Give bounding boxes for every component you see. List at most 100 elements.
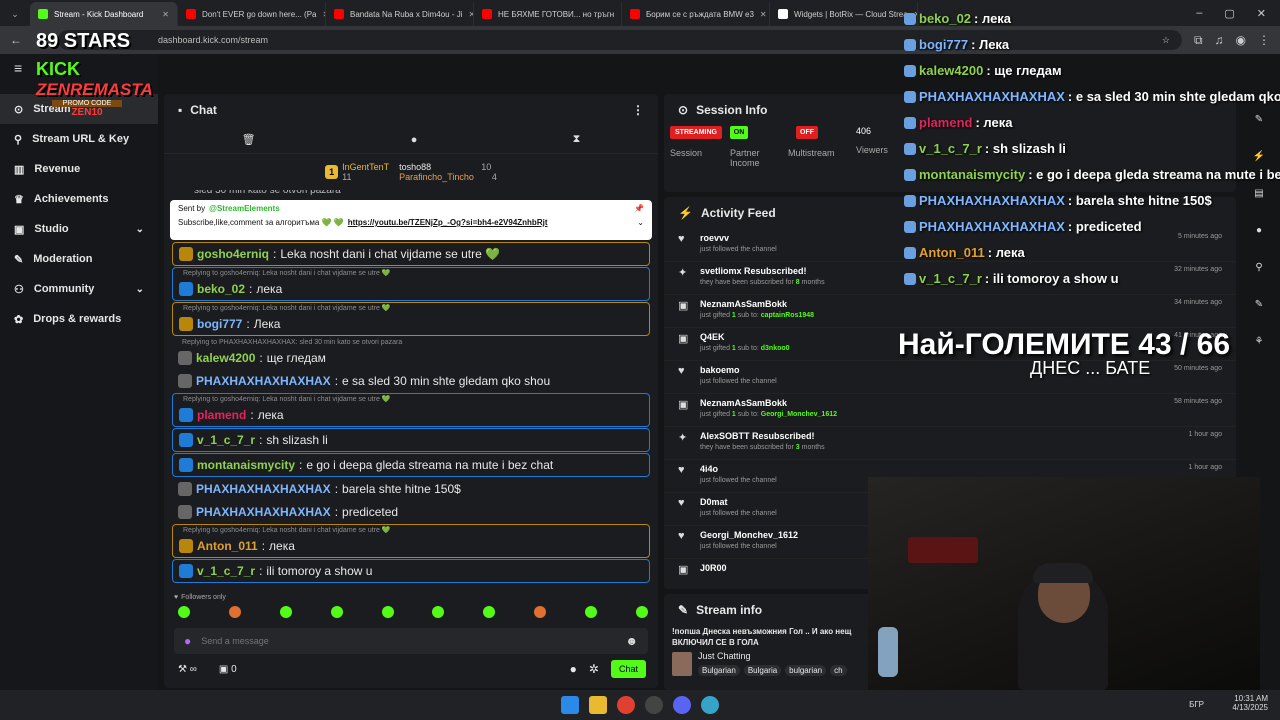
sidebar-item-drops-rewards[interactable]: ✿ Drops & rewards xyxy=(0,304,158,334)
activity-name[interactable]: bakoemo xyxy=(700,365,777,375)
chat-icon[interactable]: ● xyxy=(1256,225,1262,236)
tool-icon[interactable]: ✎ xyxy=(1255,299,1263,310)
media-icon[interactable]: ♫ xyxy=(1215,33,1224,47)
gifter-name[interactable]: tosho88 xyxy=(399,162,431,172)
emote-icon[interactable] xyxy=(178,606,190,618)
gift-target[interactable]: d3nkoo0 xyxy=(761,345,790,352)
browser-tab[interactable]: Stream - Kick Dashboard ✕ xyxy=(30,2,178,26)
browser-tab[interactable]: Don't EVER go down here... (Pa✕ xyxy=(178,2,326,26)
multistream-off-badge[interactable]: OFF xyxy=(796,126,818,139)
chat-username[interactable]: PHAXHAXHAXHAXHAX xyxy=(196,482,331,496)
activity-name[interactable]: 4i4o xyxy=(700,464,777,474)
send-chat-button[interactable]: Chat xyxy=(610,660,646,678)
sidebar-item-achievements[interactable]: ♛ Achievements xyxy=(0,184,158,214)
sidebar-item-community[interactable]: ⚇ Community ⌄ xyxy=(0,274,158,304)
stream-tag[interactable]: bulgarian xyxy=(785,665,827,676)
browser-tab[interactable]: НЕ БЯХМЕ ГОТОВИ... но тръгн✕ xyxy=(474,2,622,26)
emote-icon[interactable] xyxy=(279,606,292,618)
emote-icon[interactable] xyxy=(635,606,648,618)
reply-context[interactable]: Replying to PHAXHAXHAXHAXHAX: sled 30 mi… xyxy=(172,337,650,347)
gift-target[interactable]: captainRos1948 xyxy=(761,312,814,319)
chat-username[interactable]: PHAXHAXHAXHAXHAX xyxy=(196,374,331,388)
browser-menu-icon[interactable]: ⋮ xyxy=(1258,33,1270,47)
chat-username[interactable]: montanaismycity xyxy=(197,458,295,472)
reply-context[interactable]: Replying to gosho4erniq: Leka nosht dani… xyxy=(173,303,649,313)
emote-icon[interactable] xyxy=(483,606,496,618)
mic-icon[interactable]: ● xyxy=(184,634,191,648)
clock[interactable]: 10:31 AM 4/13/2025 xyxy=(1232,694,1268,712)
activity-name[interactable]: svetliomx Resubscribed! xyxy=(700,266,825,276)
reply-context[interactable]: Replying to gosho4erniq: Leka nosht dani… xyxy=(173,268,649,278)
gift-target[interactable]: Georgi_Monchev_1612 xyxy=(761,411,837,418)
emote-icon[interactable] xyxy=(534,606,547,618)
browser-tab[interactable]: Bandata Na Ruba x Dim4ou - Ji✕ xyxy=(326,2,474,26)
chat-username[interactable]: v_1_c_7_r xyxy=(197,564,255,578)
chat-username[interactable]: Anton_011 xyxy=(197,539,258,553)
profile-icon[interactable]: ◉ xyxy=(1236,33,1246,47)
chevron-down-icon[interactable]: ⌄ xyxy=(136,224,144,235)
chat-username[interactable]: bogi777 xyxy=(197,317,242,331)
chat-input[interactable]: ● ☻ xyxy=(174,628,648,654)
stream-tag[interactable]: Bulgaria xyxy=(743,665,782,676)
stream-tag[interactable]: ch xyxy=(830,665,847,676)
back-icon[interactable]: ← xyxy=(10,33,22,47)
share-icon[interactable]: ⚘ xyxy=(1255,336,1264,347)
gifter-name[interactable]: Parafincho_Tincho xyxy=(399,172,474,182)
chat-username[interactable]: PHAXHAXHAXHAXHAX xyxy=(196,505,331,519)
trash-icon[interactable]: 🗑 xyxy=(242,133,256,146)
language-indicator[interactable]: БГР xyxy=(1189,700,1204,709)
chat-menu-icon[interactable]: ⋮ xyxy=(632,103,644,117)
tab-close-icon[interactable]: ✕ xyxy=(760,10,767,19)
emote-icon[interactable] xyxy=(585,606,597,618)
chat-username[interactable]: gosho4erniq xyxy=(197,247,269,261)
chat-username[interactable]: kalew4200 xyxy=(196,351,255,365)
pin-icon[interactable]: 📌 xyxy=(634,204,644,213)
chat-bubble-icon[interactable]: ● xyxy=(570,662,577,676)
folder-icon[interactable] xyxy=(589,696,607,714)
link-icon[interactable]: ⚲ xyxy=(1255,262,1262,273)
activity-name[interactable]: NeznamAsSamBokk xyxy=(700,398,837,408)
activity-name[interactable]: roevvv xyxy=(700,233,777,243)
obs-icon[interactable] xyxy=(645,696,663,714)
reply-context[interactable]: Replying to gosho4erniq: Leka nosht dani… xyxy=(173,394,649,404)
partner-on-badge[interactable]: ON xyxy=(730,126,748,139)
maximize-icon[interactable]: ▢ xyxy=(1224,7,1234,20)
chevron-down-icon[interactable]: ⌄ xyxy=(136,284,144,295)
settings-icon[interactable]: ✲ xyxy=(589,662,599,676)
activity-name[interactable]: J0R00 xyxy=(700,563,727,573)
emoji-icon[interactable]: ☻ xyxy=(625,634,638,648)
category-name[interactable]: Just Chatting xyxy=(698,651,847,661)
chat-username[interactable]: v_1_c_7_r xyxy=(197,433,255,447)
discord-icon[interactable] xyxy=(673,696,691,714)
tab-menu-icon[interactable]: ⌄ xyxy=(0,2,30,26)
points-counter[interactable]: ▣ 0 xyxy=(219,664,237,675)
reply-context[interactable]: Replying to gosho4erniq: Leka nosht dani… xyxy=(173,525,649,535)
pickaxe-infinity[interactable]: ⚒ ∞ xyxy=(178,664,197,675)
chrome-icon[interactable] xyxy=(617,696,635,714)
emote-icon[interactable] xyxy=(228,606,241,618)
pinned-author[interactable]: @StreamElements xyxy=(209,204,280,213)
notes-icon[interactable]: ▤ xyxy=(1254,188,1263,199)
hourglass-icon[interactable]: ⧗ xyxy=(573,133,581,146)
emote-icon[interactable] xyxy=(381,606,394,618)
start-icon[interactable] xyxy=(561,696,579,714)
pinned-link[interactable]: https://youtu.be/TZENjZp_-Og?si=bh4-e2V9… xyxy=(348,218,548,227)
bolt-icon[interactable]: ⚡ xyxy=(1253,151,1265,162)
emote-icon[interactable] xyxy=(432,606,445,618)
browser-icon[interactable] xyxy=(701,696,719,714)
activity-name[interactable]: D0mat xyxy=(700,497,777,507)
sidebar-item-studio[interactable]: ▣ Studio ⌄ xyxy=(0,214,158,244)
gifter-name[interactable]: InGentTenT xyxy=(342,162,389,172)
tab-close-icon[interactable]: ✕ xyxy=(162,10,169,19)
browser-tab[interactable]: Widgets | BotRix — Cloud Strea✕ xyxy=(770,2,918,26)
activity-name[interactable]: AlexSOBTT Resubscribed! xyxy=(700,431,825,441)
close-window-icon[interactable]: ✕ xyxy=(1257,7,1266,20)
pencil-icon[interactable]: ✎ xyxy=(1255,114,1263,125)
expand-icon[interactable]: ⌄ xyxy=(637,218,644,227)
sidebar-item-moderation[interactable]: ✎ Moderation xyxy=(0,244,158,274)
browser-tab[interactable]: Борим се с ръждата BMW e3 ✕ xyxy=(622,2,770,26)
address-bar[interactable]: dashboard.kick.com/stream ☆ xyxy=(58,30,1182,50)
activity-name[interactable]: NeznamAsSamBokk xyxy=(700,299,814,309)
chat-username[interactable]: beko_02 xyxy=(197,282,245,296)
message-icon[interactable]: ● xyxy=(411,134,418,146)
